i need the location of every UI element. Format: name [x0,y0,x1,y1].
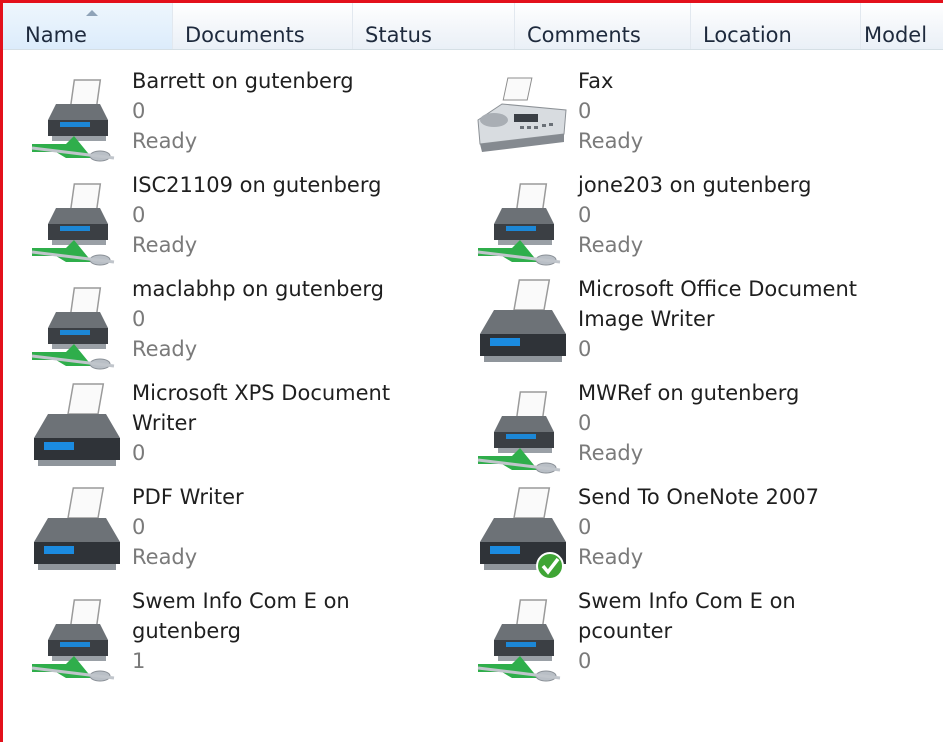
printer-details: Swem Info Com E on pcounter 0 [578,586,908,676]
printer-documents-count: 1 [132,649,146,673]
printer-item[interactable]: Swem Info Com E on pcounter 0 [472,588,912,692]
printer-item[interactable]: MWRef on gutenberg 0 Ready [472,380,912,484]
printer-status: Ready [578,545,644,569]
printer-item[interactable]: PDF Writer 0 Ready [26,484,466,588]
column-model[interactable]: Model [861,3,943,49]
printer-documents-count: 0 [132,307,146,331]
printer-icon [26,380,126,480]
printer-name-continued: pcounter [578,619,673,643]
printer-item[interactable]: jone203 on gutenberg 0 Ready [472,172,912,276]
printer-name: Swem Info Com E on [132,589,350,613]
printer-name-continued: Image Writer [578,307,715,331]
column-comments[interactable]: Comments [515,3,691,49]
printer-name: ISC21109 on gutenberg [132,173,382,197]
printer-status: Ready [578,129,644,153]
printer-name: Send To OneNote 2007 [578,485,819,509]
sort-ascending-icon [86,10,98,16]
printer-status: Ready [132,129,198,153]
printer-status: Ready [132,337,198,361]
printer-details: Barrett on gutenberg 0 Ready [132,66,462,156]
printer-name: maclabhp on gutenberg [132,277,384,301]
printer-item[interactable]: Swem Info Com E on gutenberg 1 [26,588,466,692]
printer-name: MWRef on gutenberg [578,381,800,405]
printer-name-continued: Writer [132,411,197,435]
printer-icon [472,276,572,376]
printer-item[interactable]: maclabhp on gutenberg 0 Ready [26,276,466,380]
printer-name: Microsoft Office Document [578,277,858,301]
printer-name: jone203 on gutenberg [578,173,812,197]
printer-details: jone203 on gutenberg 0 Ready [578,170,908,260]
printer-name: Fax [578,69,614,93]
printer-documents-count: 0 [132,99,146,123]
printer-documents-count: 0 [132,441,146,465]
column-name[interactable]: Name [3,3,173,49]
printer-name-continued: gutenberg [132,619,241,643]
printer-details: Microsoft Office Document Image Writer 0 [578,274,908,364]
network-printer-icon [472,172,572,272]
fax-icon [472,68,572,168]
network-printer-icon [472,588,572,688]
network-printer-icon [26,172,126,272]
printer-details: Fax 0 Ready [578,66,908,156]
column-documents[interactable]: Documents [173,3,353,49]
printer-details: maclabhp on gutenberg 0 Ready [132,274,462,364]
printer-status: Ready [578,233,644,257]
printer-item[interactable]: ISC21109 on gutenberg 0 Ready [26,172,466,276]
column-status[interactable]: Status [353,3,515,49]
printer-status: Ready [132,545,198,569]
printer-details: Swem Info Com E on gutenberg 1 [132,586,462,676]
printer-icon [26,484,126,584]
printer-details: ISC21109 on gutenberg 0 Ready [132,170,462,260]
printer-item[interactable]: Barrett on gutenberg 0 Ready [26,68,466,172]
printer-name: Swem Info Com E on [578,589,796,613]
printer-documents-count: 0 [578,203,592,227]
printer-name: Barrett on gutenberg [132,69,354,93]
printer-documents-count: 0 [578,649,592,673]
column-header: Name Documents Status Comments Location … [3,3,943,50]
printer-documents-count: 0 [578,515,592,539]
printer-status: Ready [132,233,198,257]
printer-details: PDF Writer 0 Ready [132,482,462,572]
printer-name: PDF Writer [132,485,244,509]
printer-item[interactable]: Microsoft XPS Document Writer 0 [26,380,466,484]
printer-details: Microsoft XPS Document Writer 0 [132,378,462,468]
printer-documents-count: 0 [578,99,592,123]
printer-details: Send To OneNote 2007 0 Ready [578,482,908,572]
column-location[interactable]: Location [691,3,861,49]
printer-item[interactable]: Microsoft Office Document Image Writer 0 [472,276,912,380]
default-printer-icon [472,484,572,584]
printer-item[interactable]: Fax 0 Ready [472,68,912,172]
network-printer-icon [26,588,126,688]
printer-status: Ready [578,441,644,465]
printer-documents-count: 0 [578,411,592,435]
network-printer-icon [26,276,126,376]
network-printer-icon [26,68,126,168]
network-printer-icon [472,380,572,480]
printer-documents-count: 0 [578,337,592,361]
printer-documents-count: 0 [132,203,146,227]
printer-name: Microsoft XPS Document [132,381,391,405]
printer-documents-count: 0 [132,515,146,539]
printer-item[interactable]: Send To OneNote 2007 0 Ready [472,484,912,588]
printer-details: MWRef on gutenberg 0 Ready [578,378,908,468]
